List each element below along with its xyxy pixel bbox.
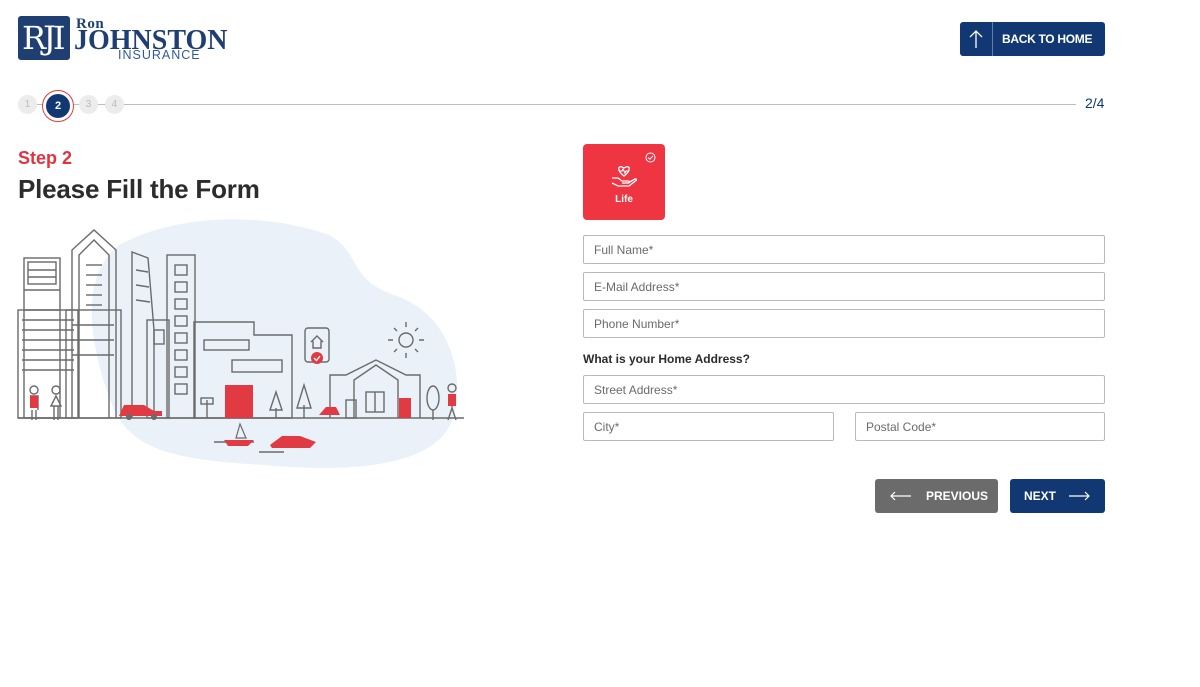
company-logo[interactable]: RJI Ron JOHNSTON INSURANCE [18, 16, 228, 64]
next-button[interactable]: NEXT [1010, 479, 1105, 513]
category-life-card[interactable]: Life [583, 144, 665, 220]
page-title: Please Fill the Form [18, 174, 260, 204]
next-label: NEXT [1024, 489, 1057, 503]
progress-step-2-current: 2 [42, 90, 74, 122]
progress-step-4: 4 [105, 95, 124, 114]
logo-monogram-box: RJI [18, 16, 70, 60]
home-address-heading: What is your Home Address? [583, 352, 750, 366]
progress-step-2-number: 2 [46, 94, 70, 118]
arrow-right-icon [1069, 491, 1090, 501]
previous-label: PREVIOUS [926, 489, 989, 503]
previous-button[interactable]: PREVIOUS [875, 479, 998, 513]
arrow-left-icon [890, 491, 911, 501]
progress-counter: 2/4 [1085, 95, 1105, 111]
logo-line-insurance: INSURANCE [118, 48, 201, 62]
arrow-up-icon [960, 22, 993, 56]
back-to-home-button[interactable]: BACK TO HOME [960, 22, 1105, 56]
life-hand-heart-icon [611, 166, 638, 187]
phone-field[interactable] [583, 309, 1105, 338]
full-name-field[interactable] [583, 235, 1105, 264]
step-label: Step 2 [18, 148, 73, 168]
logo-monogram: RJI [22, 19, 66, 57]
progress-step-3: 3 [79, 95, 98, 114]
back-to-home-label: BACK TO HOME [1002, 32, 1093, 46]
progress-track [18, 104, 1076, 105]
category-life-label: Life [615, 194, 633, 205]
email-field[interactable] [583, 272, 1105, 301]
progress-step-1: 1 [18, 95, 37, 114]
city-illustration [17, 219, 464, 468]
postal-code-field[interactable] [855, 412, 1105, 441]
selected-check-icon [645, 152, 656, 163]
city-field[interactable] [583, 412, 834, 441]
street-address-field[interactable] [583, 375, 1105, 404]
